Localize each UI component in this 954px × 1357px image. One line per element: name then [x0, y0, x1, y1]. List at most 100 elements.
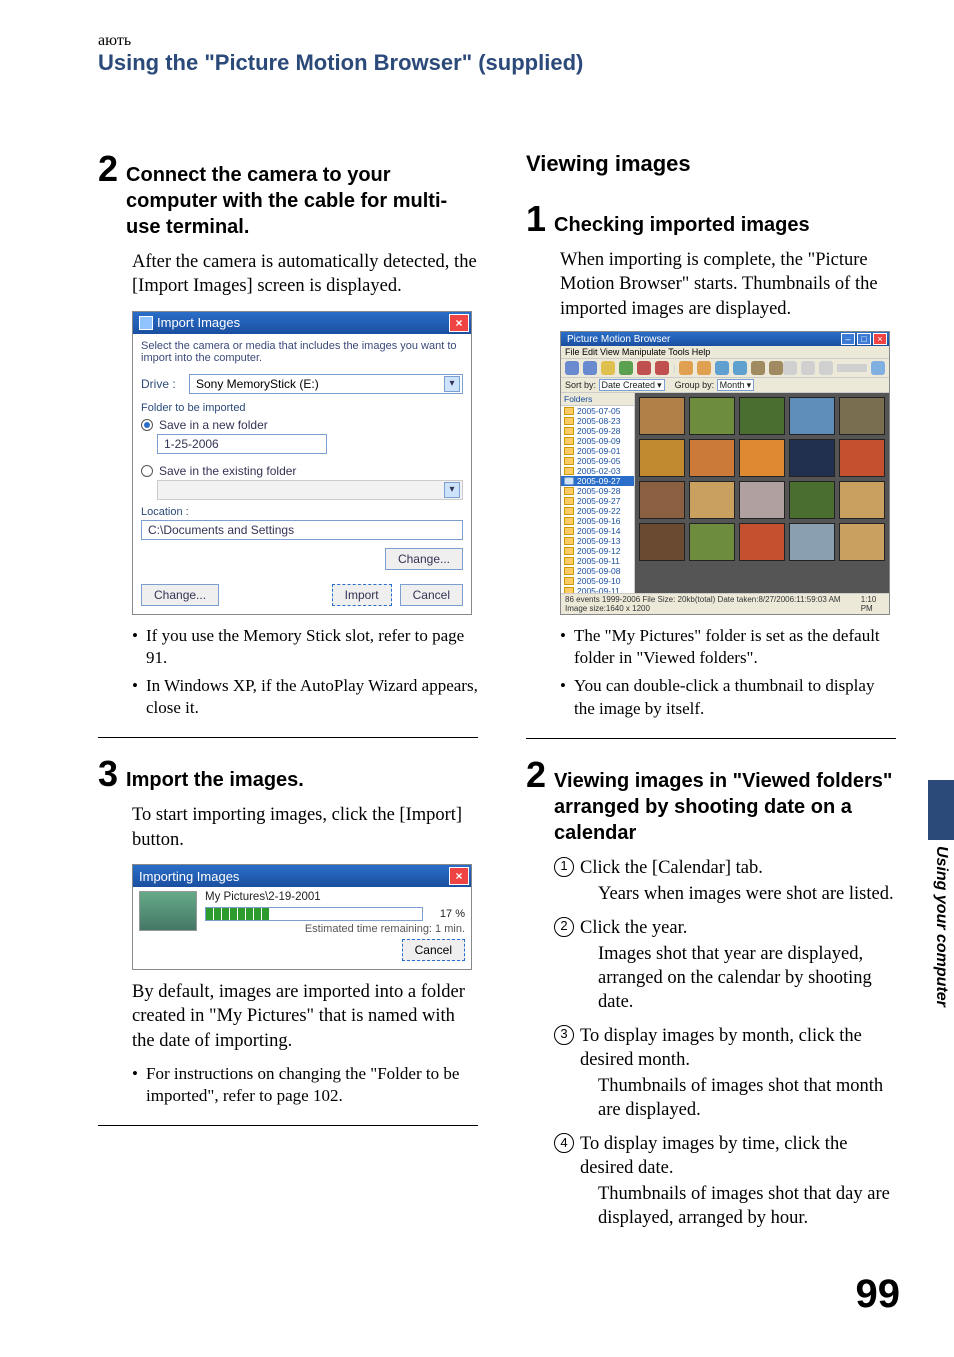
thumbnail[interactable] [739, 523, 785, 561]
thumbnail[interactable] [689, 397, 735, 435]
rotate-right-icon[interactable] [697, 361, 711, 375]
section-heading: Viewing images [526, 151, 896, 177]
sort-by-select[interactable]: Date Created▾ [599, 379, 665, 391]
folder-label: 2005-09-01 [577, 446, 620, 456]
change-location-button[interactable]: Change... [385, 548, 463, 570]
thumbnail[interactable] [689, 481, 735, 519]
view-list-icon[interactable] [801, 361, 815, 375]
edit-icon[interactable] [751, 361, 765, 375]
radio-existing-label: Save in the existing folder [159, 464, 296, 478]
close-icon[interactable]: × [449, 867, 469, 885]
back-icon[interactable] [565, 361, 579, 375]
folder-item[interactable]: 2005-02-03 [561, 466, 634, 476]
progress-estimate: Estimated time remaining: 1 min. [205, 923, 465, 935]
new-folder-name-input[interactable]: 1-25-2006 [157, 434, 327, 454]
play-icon[interactable] [619, 361, 633, 375]
window-title: Picture Motion Browser [567, 334, 670, 345]
list-item: You can double-click a thumbnail to disp… [560, 675, 896, 719]
thumbnail[interactable] [639, 397, 685, 435]
right-column: Viewing images 1 Checking imported image… [526, 151, 896, 1240]
rotate-left-icon[interactable] [679, 361, 693, 375]
folder-item[interactable]: 2005-09-13 [561, 536, 634, 546]
thumbnail[interactable] [639, 481, 685, 519]
fullscreen-icon[interactable] [871, 361, 885, 375]
folder-item[interactable]: 2005-09-01 [561, 446, 634, 456]
thumbnail[interactable] [739, 439, 785, 477]
forward-icon[interactable] [583, 361, 597, 375]
folder-icon[interactable] [601, 361, 615, 375]
folder-item[interactable]: 2005-09-12 [561, 546, 634, 556]
folder-icon [564, 487, 574, 495]
thumbnail[interactable] [739, 481, 785, 519]
zoom-slider-icon[interactable] [819, 361, 833, 375]
print-icon[interactable] [715, 361, 729, 375]
thumbnail[interactable] [739, 397, 785, 435]
close-icon[interactable]: × [873, 333, 887, 345]
location-field: C:\Documents and Settings [141, 520, 463, 540]
import-button[interactable]: Import [332, 584, 392, 606]
drive-label: Drive : [141, 377, 181, 391]
folder-item[interactable]: 2005-09-16 [561, 516, 634, 526]
folder-item[interactable]: 2005-09-11 [561, 556, 634, 566]
step-title: Checking imported images [554, 212, 810, 238]
folder-item[interactable]: 2005-07-05 [561, 406, 634, 416]
thumbnail[interactable] [789, 523, 835, 561]
menu-bar[interactable]: File Edit View Manipulate Tools Help [561, 346, 889, 359]
folder-item[interactable]: 2005-09-08 [561, 566, 634, 576]
thumbnail[interactable] [689, 523, 735, 561]
drive-select[interactable]: Sony MemoryStick (E:) ▾ [189, 374, 463, 394]
cancel-button[interactable]: Cancel [400, 584, 463, 606]
progress-path: My Pictures\2-19-2001 [205, 891, 465, 903]
maximize-icon[interactable]: □ [857, 333, 871, 345]
location-label: Location : [141, 506, 463, 518]
folder-icon [564, 447, 574, 455]
delete-icon[interactable] [655, 361, 669, 375]
list-item: 1 Click the [Calendar] tab. Years when i… [554, 856, 896, 906]
thumbnail[interactable] [789, 481, 835, 519]
thumbnail[interactable] [689, 439, 735, 477]
folder-item[interactable]: 2005-09-10 [561, 576, 634, 586]
thumbnail[interactable] [839, 481, 885, 519]
folder-item[interactable]: 2005-09-11 [561, 586, 634, 593]
thumbnail[interactable] [789, 439, 835, 477]
folder-section-label: Folder to be imported [141, 402, 463, 414]
burn-icon[interactable] [637, 361, 651, 375]
step-body-text: When importing is complete, the "Picture… [560, 248, 896, 321]
dialog-hint: Select the camera or media that includes… [141, 340, 463, 364]
folder-item[interactable]: 2005-09-22 [561, 506, 634, 516]
folder-icon [564, 537, 574, 545]
zoom-track[interactable] [837, 364, 867, 372]
folder-icon [564, 417, 574, 425]
thumbnail[interactable] [639, 523, 685, 561]
minimize-icon[interactable]: – [841, 333, 855, 345]
close-icon[interactable]: × [449, 314, 469, 332]
folder-item[interactable]: 2005-09-27 [561, 496, 634, 506]
folder-item[interactable]: 2005-09-09 [561, 436, 634, 446]
folder-item[interactable]: 2005-09-27 [561, 476, 634, 486]
filter-bar: Sort by: Date Created▾ Group by: Month▾ [561, 378, 889, 393]
email-icon[interactable] [733, 361, 747, 375]
radio-existing-folder[interactable] [141, 465, 153, 477]
thumbnail[interactable] [839, 439, 885, 477]
radio-new-folder[interactable] [141, 419, 153, 431]
folder-item[interactable]: 2005-09-28 [561, 486, 634, 496]
folder-item[interactable]: 2005-09-14 [561, 526, 634, 536]
group-by-select[interactable]: Month▾ [717, 379, 755, 391]
change-button[interactable]: Change... [141, 584, 219, 606]
thumbnail[interactable] [789, 397, 835, 435]
folder-item[interactable]: 2005-09-05 [561, 456, 634, 466]
folder-icon [564, 577, 574, 585]
folder-item[interactable]: 2005-09-28 [561, 426, 634, 436]
thumbnail[interactable] [839, 397, 885, 435]
thumbnail[interactable] [639, 439, 685, 477]
folder-item[interactable]: 2005-08-23 [561, 416, 634, 426]
folders-tab[interactable]: Folders [561, 393, 634, 406]
chevron-down-icon: ▾ [747, 380, 752, 391]
view-grid-icon[interactable] [783, 361, 797, 375]
cancel-button[interactable]: Cancel [402, 939, 465, 961]
progress-thumbnail [139, 891, 197, 931]
folder-label: 2005-09-05 [577, 456, 620, 466]
group-by-label: Group by: [675, 380, 715, 390]
export-icon[interactable] [769, 361, 783, 375]
thumbnail[interactable] [839, 523, 885, 561]
